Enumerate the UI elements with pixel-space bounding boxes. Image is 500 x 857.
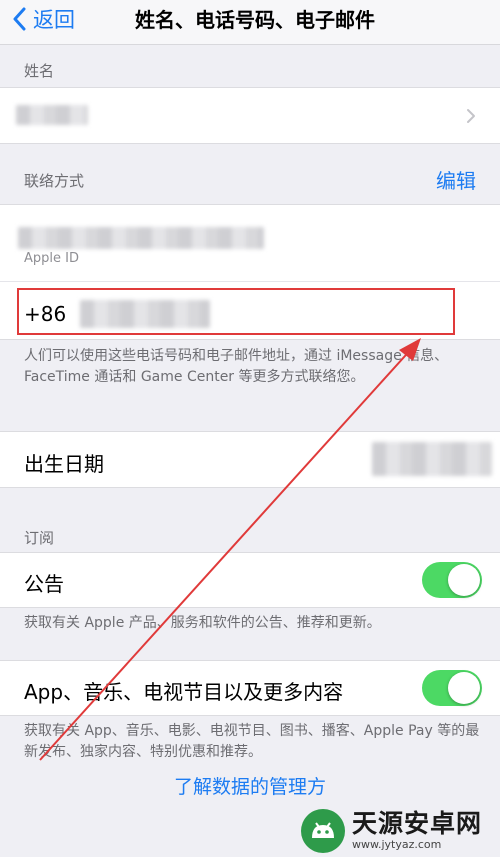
birthday-row[interactable]: 出生日期: [0, 431, 500, 488]
edit-button[interactable]: 编辑: [436, 165, 476, 194]
name-section-header: 姓名: [24, 62, 55, 80]
birthday-label: 出生日期: [24, 452, 104, 476]
name-row[interactable]: [0, 87, 500, 144]
data-management-link[interactable]: 了解数据的管理方: [0, 772, 500, 799]
toggle-knob: [448, 672, 480, 704]
contact-section-header: 联络方式: [24, 172, 85, 190]
redacted-birthday: [372, 442, 492, 476]
toggle-knob: [448, 564, 480, 596]
chevron-right-icon: [467, 109, 475, 123]
announcements-label: 公告: [24, 572, 64, 596]
annotation-box: [17, 288, 455, 335]
apps-music-footnote: 获取有关 App、音乐、电影、电视节目、图书、播客、Apple Pay 等的最新…: [24, 723, 480, 760]
apple-id-row[interactable]: Apple ID: [0, 205, 500, 281]
announcements-toggle[interactable]: [422, 562, 482, 598]
subscription-section-header: 订阅: [24, 529, 55, 547]
watermark: 天源安卓网 www.jytyaz.com: [300, 804, 500, 857]
apps-music-row: App、音乐、电视节目以及更多内容: [0, 660, 500, 716]
apple-id-label: Apple ID: [24, 251, 79, 266]
watermark-url: www.jytyaz.com: [352, 837, 442, 851]
redacted-apple-id: [18, 227, 264, 249]
apps-music-toggle[interactable]: [422, 670, 482, 706]
watermark-name: 天源安卓网: [352, 808, 483, 838]
contact-footnote: 人们可以使用这些电话号码和电子邮件地址，通过 iMessage 信息、FaceT…: [24, 348, 449, 385]
announcements-row: 公告: [0, 552, 500, 608]
android-logo-icon: [301, 808, 345, 853]
announcements-footnote: 获取有关 Apple 产品、服务和软件的公告、推荐和更新。: [24, 615, 381, 631]
redacted-name: [16, 105, 88, 125]
navigation-bar: 返回 姓名、电话号码、电子邮件: [0, 0, 500, 45]
page-title: 姓名、电话号码、电子邮件: [135, 8, 375, 32]
apps-music-label: App、音乐、电视节目以及更多内容: [24, 680, 344, 704]
